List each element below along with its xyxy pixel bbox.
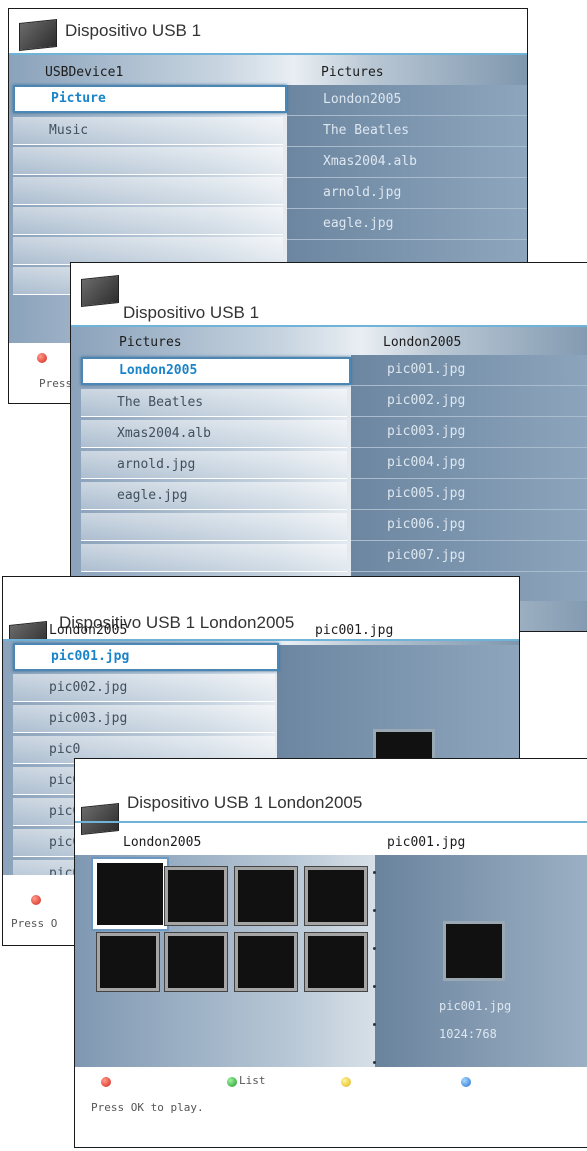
title-bar: Dispositivo USB 1 — [71, 263, 587, 322]
scroll-tick — [373, 947, 376, 950]
scroll-tick — [373, 985, 376, 988]
scroll-tick — [373, 1023, 376, 1026]
right-column: pic001.jpg 1024:768 — [375, 855, 587, 1067]
thumbnail-selected[interactable] — [93, 859, 167, 929]
list-item-selected[interactable]: pic001.jpg — [13, 643, 279, 671]
page-title: Dispositivo USB 1 London2005 — [127, 793, 363, 812]
list-item[interactable]: arnold.jpg — [287, 178, 527, 209]
thumbnail[interactable] — [235, 867, 297, 925]
right-column-header: Pictures — [321, 65, 384, 80]
thumbnail[interactable] — [165, 933, 227, 991]
list-item-selected[interactable]: Picture — [13, 85, 287, 113]
list-item[interactable]: pic004.jpg — [351, 448, 587, 479]
list-item-empty[interactable] — [13, 207, 283, 235]
thumbnail[interactable] — [165, 867, 227, 925]
footer-hint: Press — [39, 377, 73, 390]
scroll-tick — [373, 909, 376, 912]
left-column-header: USBDevice1 — [45, 65, 124, 80]
footer-hint: Press O — [11, 917, 58, 930]
list-item[interactable]: pic002.jpg — [351, 386, 587, 417]
usb-browser-panel-4: Dispositivo USB 1 London2005 London2005 … — [74, 758, 587, 1148]
list-item[interactable]: pic003.jpg — [351, 417, 587, 448]
list-item[interactable]: eagle.jpg — [287, 209, 527, 240]
list-item[interactable]: pic005.jpg — [351, 479, 587, 510]
list-item[interactable]: eagle.jpg — [81, 482, 347, 510]
title-divider — [75, 821, 587, 823]
title-bar: Dispositivo USB 1 London2005 — [3, 577, 519, 653]
list-item[interactable]: The Beatles — [287, 116, 527, 147]
list-item[interactable]: pic007.jpg — [351, 541, 587, 572]
list-item-empty[interactable] — [13, 177, 283, 205]
preview-thumbnail — [443, 921, 505, 981]
footer: List Press OK to play. — [75, 1067, 587, 1147]
list-item[interactable]: arnold.jpg — [81, 451, 347, 479]
list-item-empty[interactable] — [81, 544, 347, 572]
red-key-icon[interactable] — [101, 1077, 111, 1087]
left-column-header: London2005 — [49, 623, 128, 638]
tv-icon — [19, 19, 57, 51]
left-column-header: Pictures — [119, 335, 182, 350]
list-item[interactable]: The Beatles — [81, 389, 347, 417]
red-key-icon[interactable] — [31, 895, 41, 905]
list-item[interactable]: Music — [13, 117, 283, 145]
title-bar: Dispositivo USB 1 London2005 — [75, 759, 587, 835]
right-column-header: pic001.jpg — [315, 623, 394, 638]
green-key-icon[interactable] — [227, 1077, 237, 1087]
scroll-tick — [373, 1061, 376, 1064]
blue-key-icon[interactable] — [461, 1077, 471, 1087]
yellow-key-icon[interactable] — [341, 1077, 351, 1087]
scroll-tick — [373, 871, 376, 874]
list-item-empty[interactable] — [81, 513, 347, 541]
thumbnail[interactable] — [97, 933, 159, 991]
title-bar: Dispositivo USB 1 — [9, 9, 527, 51]
red-key-icon[interactable] — [37, 353, 47, 363]
right-column-header: pic001.jpg — [387, 835, 466, 850]
right-column-header: London2005 — [383, 335, 462, 350]
list-item[interactable]: pic002.jpg — [13, 674, 275, 702]
thumbnail[interactable] — [235, 933, 297, 991]
list-item[interactable]: Xmas2004.alb — [81, 420, 347, 448]
thumbnail[interactable] — [305, 867, 367, 925]
list-item[interactable]: pic006.jpg — [351, 510, 587, 541]
tv-icon — [81, 275, 119, 307]
page-title: Dispositivo USB 1 — [123, 303, 260, 322]
list-item-selected[interactable]: London2005 — [81, 357, 351, 385]
preview-filename: pic001.jpg — [439, 999, 512, 1013]
list-item[interactable]: pic001.jpg — [351, 355, 587, 386]
tv-icon — [81, 803, 119, 835]
list-item-empty[interactable] — [13, 147, 283, 175]
list-item[interactable]: London2005 — [287, 85, 527, 116]
green-key-label[interactable]: List — [239, 1074, 266, 1087]
list-item[interactable]: Xmas2004.alb — [287, 147, 527, 178]
list-item[interactable]: pic003.jpg — [13, 705, 275, 733]
footer-hint: Press OK to play. — [91, 1101, 204, 1114]
thumbnail[interactable] — [305, 933, 367, 991]
list-item-empty[interactable] — [13, 237, 283, 265]
page-title: Dispositivo USB 1 — [65, 21, 202, 40]
preview-resolution: 1024:768 — [439, 1027, 497, 1041]
right-column: pic001.jpg pic002.jpg pic003.jpg pic004.… — [351, 355, 587, 601]
left-column-header: London2005 — [123, 835, 202, 850]
